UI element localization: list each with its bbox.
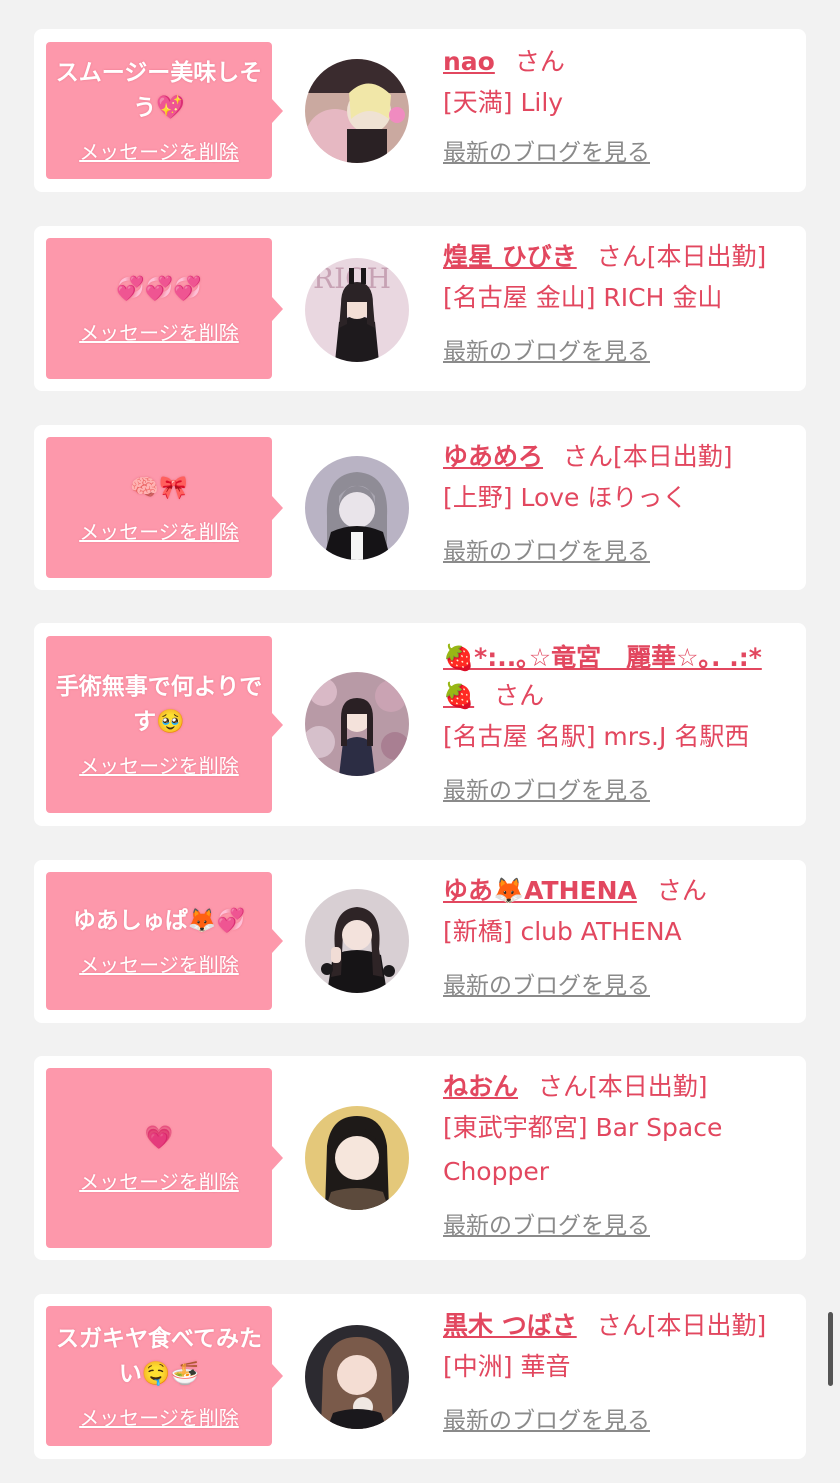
message-card: 🧠🎀 メッセージを削除 ゆあめろ さん[本日出勤] [上野] Love ほりっく … — [34, 425, 806, 590]
sender-name-link[interactable]: 煌星 ひびき — [443, 242, 577, 271]
sender-name-link[interactable]: 🍓*:..｡☆竜宮 麗華☆｡. .:*🍓 — [443, 643, 762, 710]
name-line: ゆあ🦊ATHENA さん — [443, 872, 793, 910]
sender-info: ゆあめろ さん[本日出勤] [上野] Love ほりっく 最新のブログを見る — [443, 438, 793, 566]
avatar[interactable] — [305, 1325, 409, 1429]
delete-message-link[interactable]: メッセージを削除 — [79, 750, 239, 779]
message-text: 🧠🎀 — [130, 474, 188, 501]
sender-name-link[interactable]: ねおん — [443, 1072, 518, 1101]
honorific: さん — [596, 1311, 647, 1340]
sender-info: 黒木 つばさ さん[本日出勤] [中洲] 華音 最新のブログを見る — [443, 1307, 793, 1435]
delete-message-link[interactable]: メッセージを削除 — [79, 1402, 239, 1431]
name-line: ねおん さん[本日出勤] — [443, 1068, 793, 1106]
honorific: さん — [494, 681, 545, 710]
avatar[interactable] — [305, 456, 409, 560]
message-card: スムージー美味しそう💖 メッセージを削除 nao さん [天満] Lily 最新の… — [34, 29, 806, 192]
sender-name-link[interactable]: ゆあ🦊ATHENA — [443, 876, 637, 905]
name-line: 黒木 つばさ さん[本日出勤] — [443, 1307, 793, 1345]
message-bubble: 💞💞💞 メッセージを削除 — [46, 238, 283, 379]
sender-info: ゆあ🦊ATHENA さん [新橋] club ATHENA 最新のブログを見る — [443, 872, 793, 1000]
latest-blog-link[interactable]: 最新のブログを見る — [443, 771, 650, 805]
status-label: [本日出勤] — [613, 442, 733, 471]
shop-name: [東武宇都宮] Bar Space Chopper — [443, 1113, 723, 1186]
honorific: さん — [596, 242, 647, 271]
status-label: [本日出勤] — [588, 1072, 708, 1101]
delete-message-link[interactable]: メッセージを削除 — [79, 317, 239, 346]
message-bubble: スガキヤ食べてみたい🤤🍜 メッセージを削除 — [46, 1306, 283, 1446]
shop-name: [名古屋 名駅] mrs.J 名駅西 — [443, 722, 750, 751]
shop-name: [上野] Love ほりっく — [443, 483, 688, 512]
message-card: 手術無事で何よりです🥹 メッセージを削除 🍓*:..｡☆竜宮 麗華☆｡. .:*… — [34, 623, 806, 826]
honorific: さん — [538, 1072, 589, 1101]
avatar[interactable] — [305, 59, 409, 163]
message-bubble: 🧠🎀 メッセージを削除 — [46, 437, 283, 578]
avatar[interactable] — [305, 889, 409, 993]
delete-message-link[interactable]: メッセージを削除 — [79, 136, 239, 165]
avatar[interactable] — [305, 1106, 409, 1210]
message-bubble: 💗 メッセージを削除 — [46, 1068, 283, 1248]
sender-name-link[interactable]: ゆあめろ — [443, 442, 543, 471]
sender-name-link[interactable]: 黒木 つばさ — [443, 1311, 577, 1340]
message-bubble: スムージー美味しそう💖 メッセージを削除 — [46, 42, 283, 179]
honorific: さん — [514, 47, 565, 76]
message-text: スムージー美味しそう💖 — [55, 60, 263, 121]
scrollbar[interactable] — [828, 1312, 833, 1386]
name-line: nao さん — [443, 43, 793, 81]
honorific: さん — [563, 442, 614, 471]
latest-blog-link[interactable]: 最新のブログを見る — [443, 332, 650, 366]
name-line: ゆあめろ さん[本日出勤] — [443, 438, 793, 476]
message-text: 手術無事で何よりです🥹 — [55, 674, 263, 735]
delete-message-link[interactable]: メッセージを削除 — [79, 1166, 239, 1195]
sender-name-link[interactable]: nao — [443, 47, 495, 76]
sender-info: 🍓*:..｡☆竜宮 麗華☆｡. .:*🍓 さん [名古屋 名駅] mrs.J 名駅… — [443, 639, 793, 805]
message-bubble: ゆあしゅぱ🦊💞 メッセージを削除 — [46, 872, 283, 1010]
message-card: 💞💞💞 メッセージを削除 RICH 煌星 ひびきさん[本日出勤] [名古屋 金山… — [34, 226, 806, 391]
message-card: 💗 メッセージを削除 ねおん さん[本日出勤] [東武宇都宮] Bar Space… — [34, 1056, 806, 1260]
latest-blog-link[interactable]: 最新のブログを見る — [443, 966, 650, 1000]
message-text: 💗 — [144, 1125, 174, 1151]
sender-info: 煌星 ひびき さん[本日出勤] [名古屋 金山] RICH 金山 最新のブログを見… — [443, 238, 793, 366]
name-line: 🍓*:..｡☆竜宮 麗華☆｡. .:*🍓 さん — [443, 639, 783, 715]
message-text: 💞💞💞 — [116, 275, 202, 302]
delete-message-link[interactable]: メッセージを削除 — [79, 516, 239, 545]
message-card: スガキヤ食べてみたい🤤🍜 メッセージを削除 黒木 つばさ さん[本日出勤] [中洲… — [34, 1294, 806, 1459]
honorific: さん — [656, 876, 707, 905]
message-text: ゆあしゅぱ🦊💞 — [72, 908, 246, 934]
avatar[interactable]: RICH — [305, 258, 409, 362]
delete-message-link[interactable]: メッセージを削除 — [79, 949, 239, 978]
latest-blog-link[interactable]: 最新のブログを見る — [443, 532, 650, 566]
status-label: [本日出勤] — [646, 1311, 767, 1340]
latest-blog-link[interactable]: 最新のブログを見る — [443, 1206, 650, 1240]
message-text: スガキヤ食べてみたい🤤🍜 — [55, 1325, 263, 1387]
shop-name: [天満] Lily — [443, 88, 564, 117]
avatar[interactable] — [305, 672, 409, 776]
name-line: 煌星 ひびき さん[本日出勤] — [443, 238, 793, 276]
message-card: ゆあしゅぱ🦊💞 メッセージを削除 ゆあ🦊ATHENA さん [新橋] club A… — [34, 860, 806, 1023]
shop-name: [新橋] club ATHENA — [443, 917, 682, 946]
sender-info: nao さん [天満] Lily 最新のブログを見る — [443, 43, 793, 167]
shop-name: [中洲] 華音 — [443, 1352, 571, 1381]
shop-name: [名古屋 金山] RICH 金山 — [443, 283, 723, 312]
latest-blog-link[interactable]: 最新のブログを見る — [443, 1401, 650, 1435]
sender-info: ねおん さん[本日出勤] [東武宇都宮] Bar Space Chopper 最新… — [443, 1068, 793, 1240]
latest-blog-link[interactable]: 最新のブログを見る — [443, 133, 650, 167]
status-label: [本日出勤] — [646, 242, 767, 271]
message-bubble: 手術無事で何よりです🥹 メッセージを削除 — [46, 636, 283, 813]
